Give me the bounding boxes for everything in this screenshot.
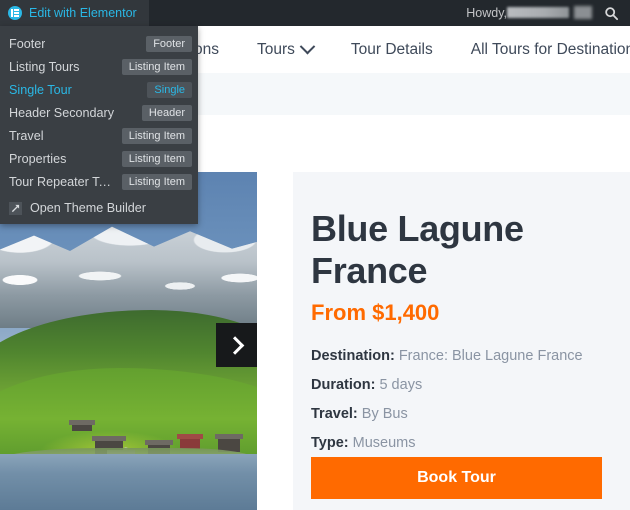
avatar xyxy=(574,6,592,19)
howdy-greeting[interactable]: Howdy, xyxy=(466,6,598,20)
admin-bar-right: Howdy, xyxy=(466,0,630,26)
template-badge: Listing Item xyxy=(121,150,192,167)
template-label: Header Secondary xyxy=(9,105,115,120)
nav-item-label: Tour Details xyxy=(350,40,433,58)
wp-admin-bar: Edit with Elementor Howdy, xyxy=(0,0,630,26)
lake-layer xyxy=(0,454,257,510)
meta-value: Museums xyxy=(352,435,416,451)
username-redacted xyxy=(507,7,569,18)
meta-label: Type: xyxy=(311,435,349,451)
template-label: Footer xyxy=(9,36,46,51)
chevron-down-icon xyxy=(299,38,316,55)
meta-row-duration: Duration: 5 days xyxy=(311,377,602,393)
external-link-icon xyxy=(9,201,22,215)
template-item-travel[interactable]: Travel Listing Item xyxy=(0,124,198,147)
meta-value: By Bus xyxy=(361,406,408,422)
edit-with-elementor-label: Edit with Elementor xyxy=(29,6,137,20)
gallery-next-button[interactable] xyxy=(216,323,257,367)
book-tour-button[interactable]: Book Tour xyxy=(311,457,602,499)
template-badge: Listing Item xyxy=(121,58,192,75)
meta-label: Destination: xyxy=(311,348,395,364)
meta-row-type: Type: Museums xyxy=(311,435,602,451)
tour-meta-list: Destination: France: Blue Lagune France … xyxy=(311,348,602,451)
elementor-logo-icon xyxy=(8,6,22,20)
open-theme-builder-item[interactable]: Open Theme Builder xyxy=(0,196,198,220)
nav-item-label: Tours xyxy=(256,40,295,58)
tour-price: From $1,400 xyxy=(311,300,440,325)
template-item-header-secondary[interactable]: Header Secondary Header xyxy=(0,101,198,124)
howdy-label: Howdy, xyxy=(466,6,507,20)
elementor-templates-menu: Footer Footer Listing Tours Listing Item… xyxy=(0,26,198,224)
nav-item-tour-details[interactable]: Tour Details xyxy=(332,41,452,59)
template-item-tour-repeater-template[interactable]: Tour Repeater Templ... Listing Item xyxy=(0,170,198,193)
edit-with-elementor-button[interactable]: Edit with Elementor xyxy=(0,0,149,26)
template-badge: Listing Item xyxy=(121,173,192,190)
template-badge: Listing Item xyxy=(121,127,192,144)
meta-label: Travel: xyxy=(311,406,358,422)
open-theme-builder-label: Open Theme Builder xyxy=(30,201,146,215)
template-badge: Single xyxy=(147,81,192,98)
meta-label: Duration: xyxy=(311,377,376,393)
template-item-footer[interactable]: Footer Footer xyxy=(0,32,198,55)
template-badge: Header xyxy=(141,104,192,121)
page-title: Blue Lagune France xyxy=(311,208,524,291)
meta-row-travel: Travel: By Bus xyxy=(311,406,602,422)
meta-value: France: Blue Lagune France xyxy=(398,348,583,364)
meta-value: 5 days xyxy=(379,377,423,393)
template-label: Travel xyxy=(9,128,44,143)
template-item-properties[interactable]: Properties Listing Item xyxy=(0,147,198,170)
template-item-single-tour[interactable]: Single Tour Single xyxy=(0,78,198,101)
village-hut xyxy=(69,420,95,431)
template-item-listing-tours[interactable]: Listing Tours Listing Item xyxy=(0,55,198,78)
search-icon[interactable] xyxy=(598,0,624,26)
template-label: Listing Tours xyxy=(9,59,80,74)
template-label: Tour Repeater Templ... xyxy=(9,174,112,189)
nav-item-tours[interactable]: Tours xyxy=(238,38,332,59)
template-label: Properties xyxy=(9,151,67,166)
meta-row-destination: Destination: France: Blue Lagune France xyxy=(311,348,602,364)
template-badge: Footer xyxy=(146,35,192,52)
template-label: Single Tour xyxy=(9,82,72,97)
chevron-right-icon xyxy=(225,335,245,355)
nav-item-all-tours-for-destination[interactable]: All Tours for Destination xyxy=(452,41,630,59)
nav-item-label: All Tours for Destination xyxy=(470,40,630,58)
